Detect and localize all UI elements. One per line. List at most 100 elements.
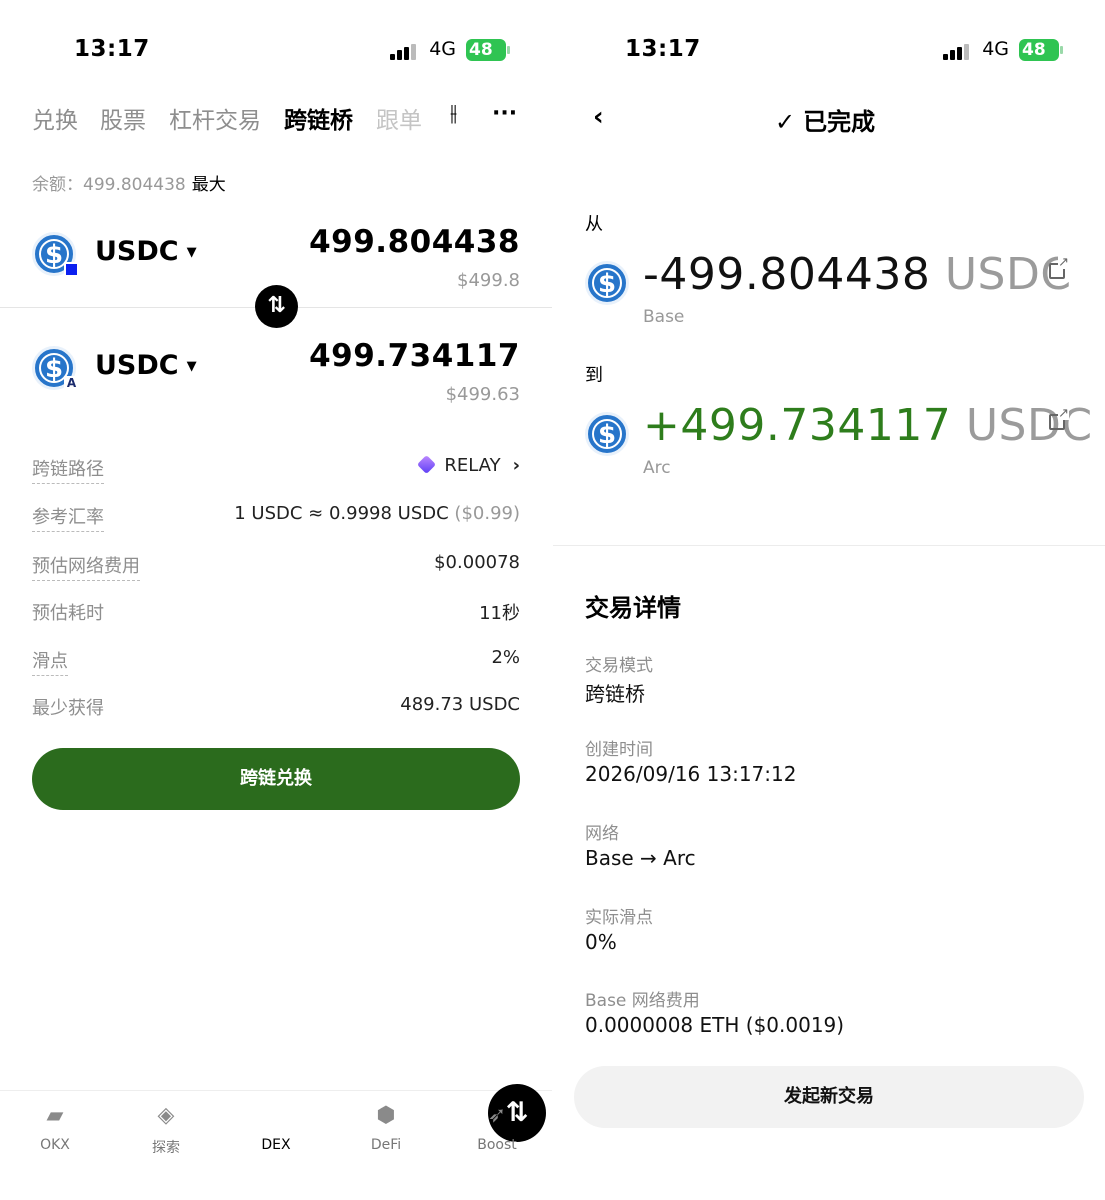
nav-boost[interactable]: ➶ Boost <box>462 1103 532 1153</box>
status-time: 13:17 <box>74 36 150 62</box>
route-row[interactable]: 跨链路径 RELAY › <box>32 454 520 485</box>
time-row: 预估耗时 11秒 <box>32 599 520 629</box>
signal-icon <box>390 44 420 60</box>
min-received-label: 最少获得 <box>32 698 104 719</box>
network-type: 4G <box>429 38 456 60</box>
usdc-icon: $ <box>32 232 79 277</box>
rate-row: 参考汇率 1 USDC ≈ 0.9998 USDC ($0.99) <box>32 503 520 533</box>
checkmark-icon: ✓ <box>775 108 796 136</box>
caret-down-icon: ▼ <box>186 245 197 260</box>
from-transfer-row: $ -499.804438 USDC Base <box>585 249 1071 345</box>
nav-dex[interactable]: ⇅ DEX <box>241 1084 546 1153</box>
nav-okx-label: OKX <box>40 1137 70 1153</box>
usdc-icon: $ <box>585 261 629 305</box>
new-transaction-button[interactable]: 发起新交易 <box>574 1066 1084 1128</box>
external-link-icon[interactable] <box>1049 407 1069 430</box>
caret-down-icon: ▼ <box>186 359 197 374</box>
to-token-symbol: USDC <box>95 350 179 381</box>
from-token-symbol: USDC <box>95 236 179 267</box>
tab-leverage[interactable]: 杠杆交易 <box>169 101 261 135</box>
from-transfer-amount: -499.804438 USDC <box>643 249 1072 300</box>
from-amount-input[interactable]: 499.804438 <box>309 224 520 260</box>
detail-value: 0.0000008 ETH ($0.0019) <box>585 1013 845 1037</box>
route-value: RELAY <box>444 455 501 476</box>
nav-explore[interactable]: ◈ 探索 <box>131 1103 201 1157</box>
from-token-selector[interactable]: USDC ▼ <box>95 236 197 267</box>
detail-value: 2026/09/16 13:17:12 <box>585 762 797 786</box>
min-received-row: 最少获得 489.73 USDC <box>32 694 520 724</box>
swap-direction-button[interactable]: ⇅ <box>255 285 298 328</box>
chevron-right-icon: › <box>512 455 520 476</box>
rate-label: 参考汇率 <box>32 503 104 532</box>
to-label: 到 <box>585 365 603 386</box>
defi-icon: ⬢ <box>376 1103 396 1128</box>
balance-label: 余额： <box>32 175 83 195</box>
base-chain-badge-icon <box>64 262 79 277</box>
more-icon[interactable]: ··· <box>492 101 517 126</box>
wallet-icon: ▰ <box>46 1103 64 1128</box>
tab-bridge[interactable]: 跨链桥 <box>284 101 353 135</box>
tab-swap[interactable]: 兑换 <box>32 101 78 135</box>
candlestick-icon[interactable]: ⫲ <box>450 101 457 126</box>
detail-label: 创建时间 <box>585 740 653 760</box>
balance-value: 499.804438 <box>83 175 186 195</box>
time-label: 预估耗时 <box>32 603 104 624</box>
chevron-left-icon: ‹ <box>593 102 604 132</box>
to-token-row: $ A USDC ▼ 499.734117 $499.63 <box>32 338 520 418</box>
status-bar: 13:17 4G 48 <box>553 36 1105 68</box>
nav-boost-label: Boost <box>477 1137 517 1153</box>
rate-usd: ($0.99) <box>454 503 520 524</box>
tab-stocks[interactable]: 股票 <box>100 101 146 135</box>
swap-arrows-icon: ⇅ <box>267 293 286 318</box>
slippage-value: 2% <box>491 647 520 668</box>
slippage-row[interactable]: 滑点 2% <box>32 647 520 677</box>
detail-label: Base 网络费用 <box>585 991 700 1011</box>
max-button[interactable]: 最大 <box>192 175 226 195</box>
rate-value: 1 USDC ≈ 0.9998 USDC <box>234 503 449 524</box>
usdc-icon: $ A <box>32 346 79 391</box>
detail-label: 交易模式 <box>585 656 653 676</box>
battery-icon: 48 <box>466 39 510 61</box>
to-transfer-amount: +499.734117 USDC <box>643 400 1093 451</box>
bottom-nav: ▰ OKX ◈ 探索 ⇅ DEX ⬢ DeFi ➶ Boost <box>0 1084 552 1200</box>
to-amount-number: +499.734117 <box>643 400 952 451</box>
bridge-swap-screen: 13:17 4G 48 兑换 股票 杠杆交易 跨链桥 跟单 ⫲ ··· 余额：4… <box>0 0 552 1200</box>
detail-label: 实际滑点 <box>585 908 653 928</box>
relay-logo-icon <box>417 454 437 475</box>
time-value: 11秒 <box>479 603 520 624</box>
nav-okx[interactable]: ▰ OKX <box>20 1103 90 1153</box>
detail-label: 网络 <box>585 824 619 844</box>
nav-defi[interactable]: ⬢ DeFi <box>351 1103 421 1153</box>
route-label: 跨链路径 <box>32 455 104 484</box>
external-link-icon[interactable] <box>1049 256 1069 279</box>
from-amount-number: -499.804438 <box>643 249 931 300</box>
compass-icon: ◈ <box>157 1103 175 1128</box>
fee-row: 预估网络费用 $0.00078 <box>32 552 520 582</box>
divider <box>553 545 1105 546</box>
nav-dex-label: DEX <box>261 1137 291 1153</box>
fee-value: $0.00078 <box>434 552 520 573</box>
tab-copy-trade[interactable]: 跟单 <box>376 101 422 135</box>
from-label: 从 <box>585 214 603 235</box>
to-amount-symbol: USDC <box>965 400 1093 451</box>
battery-icon: 48 <box>1019 39 1063 61</box>
back-button[interactable]: ‹ <box>593 102 604 132</box>
detail-value: Base → Arc <box>585 846 696 870</box>
from-amount-usd: $499.8 <box>457 270 520 291</box>
detail-value: 0% <box>585 930 617 954</box>
slippage-label: 滑点 <box>32 647 68 676</box>
to-token-selector[interactable]: USDC ▼ <box>95 350 197 381</box>
fee-label: 预估网络费用 <box>32 552 140 581</box>
trade-tabs: 兑换 股票 杠杆交易 跨链桥 跟单 ⫲ ··· <box>32 101 524 135</box>
section-title: 交易详情 <box>585 594 681 622</box>
to-amount: 499.734117 <box>309 338 520 374</box>
nav-explore-label: 探索 <box>152 1140 180 1156</box>
bridge-swap-button[interactable]: 跨链兑换 <box>32 748 520 810</box>
rocket-icon: ➶ <box>487 1103 507 1128</box>
page-title: ✓ 已完成 <box>775 102 875 137</box>
status-time: 13:17 <box>625 36 701 62</box>
status-title: 已完成 <box>803 108 876 136</box>
network-type: 4G <box>982 38 1009 60</box>
to-chain: Arc <box>643 458 671 478</box>
balance-line: 余额：499.804438 最大 <box>32 170 226 195</box>
